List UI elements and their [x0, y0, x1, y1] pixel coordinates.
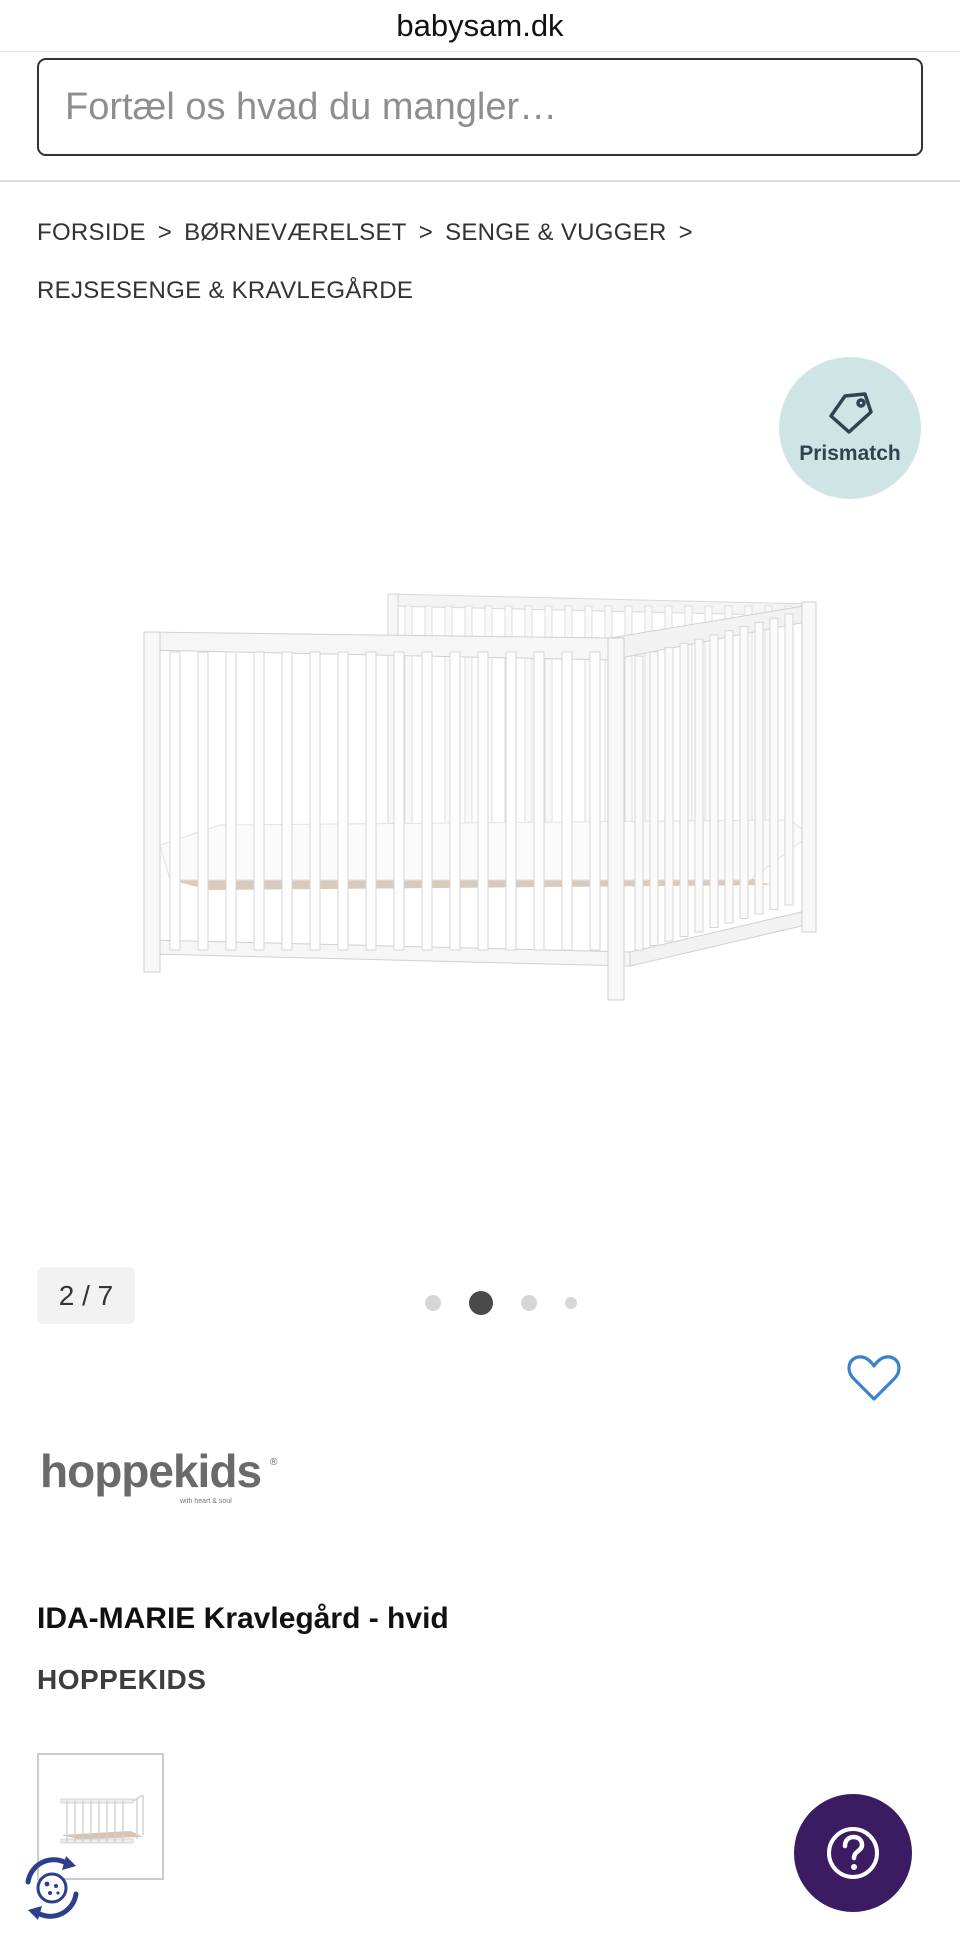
pagination-dot[interactable]: [521, 1295, 537, 1311]
url-text: babysam.dk: [396, 7, 564, 43]
breadcrumb-item-senge-vugger[interactable]: SENGE & VUGGER: [445, 219, 667, 246]
image-counter-text: 2 / 7: [58, 1279, 114, 1311]
search-bar: Fortæl os hvad du mangler…: [0, 52, 960, 182]
search-placeholder: Fortæl os hvad du mangler…: [65, 85, 558, 128]
breadcrumb-separator: >: [678, 219, 693, 246]
image-counter: 2 / 7: [37, 1267, 135, 1324]
breadcrumb-item-rejsesenge[interactable]: REJSESENGE & KRAVLEGÅRDE: [37, 277, 413, 304]
product-brand[interactable]: HOPPEKIDS: [37, 1664, 206, 1696]
product-image-playpen: [143, 593, 817, 1001]
heart-icon[interactable]: [846, 1353, 902, 1403]
breadcrumb-separator: >: [418, 219, 434, 246]
pagination-dot-active[interactable]: [469, 1291, 493, 1315]
brand-logo-tagline: with heart & soul: [179, 1498, 232, 1505]
question-icon: [827, 1827, 879, 1879]
breadcrumb-item-boernevaerelset[interactable]: BØRNEVÆRELSET: [184, 219, 407, 246]
brand-logo[interactable]: hoppekids ® with heart & soul: [38, 1443, 288, 1513]
brand-logo-registered: ®: [270, 1457, 278, 1468]
breadcrumb-separator: >: [157, 219, 173, 246]
search-input[interactable]: Fortæl os hvad du mangler…: [37, 58, 923, 156]
url-bar[interactable]: babysam.dk: [0, 0, 960, 52]
product-title: IDA-MARIE Kravlegård - hvid: [37, 1602, 449, 1635]
prismatch-badge[interactable]: Prismatch: [779, 357, 921, 499]
brand-logo-wordmark: hoppekids: [40, 1445, 261, 1497]
cookie-icon[interactable]: [16, 1852, 88, 1924]
prismatch-label: Prismatch: [799, 442, 901, 465]
pagination-dot[interactable]: [425, 1295, 441, 1311]
pagination-dot[interactable]: [565, 1297, 577, 1309]
breadcrumb: FORSIDE > BØRNEVÆRELSET > SENGE & VUGGER > RE…: [37, 204, 927, 320]
help-button[interactable]: [794, 1794, 912, 1912]
gallery-pagination-dots[interactable]: [425, 1290, 605, 1316]
breadcrumb-item-forside[interactable]: FORSIDE: [37, 219, 146, 246]
tag-icon: [829, 392, 873, 434]
